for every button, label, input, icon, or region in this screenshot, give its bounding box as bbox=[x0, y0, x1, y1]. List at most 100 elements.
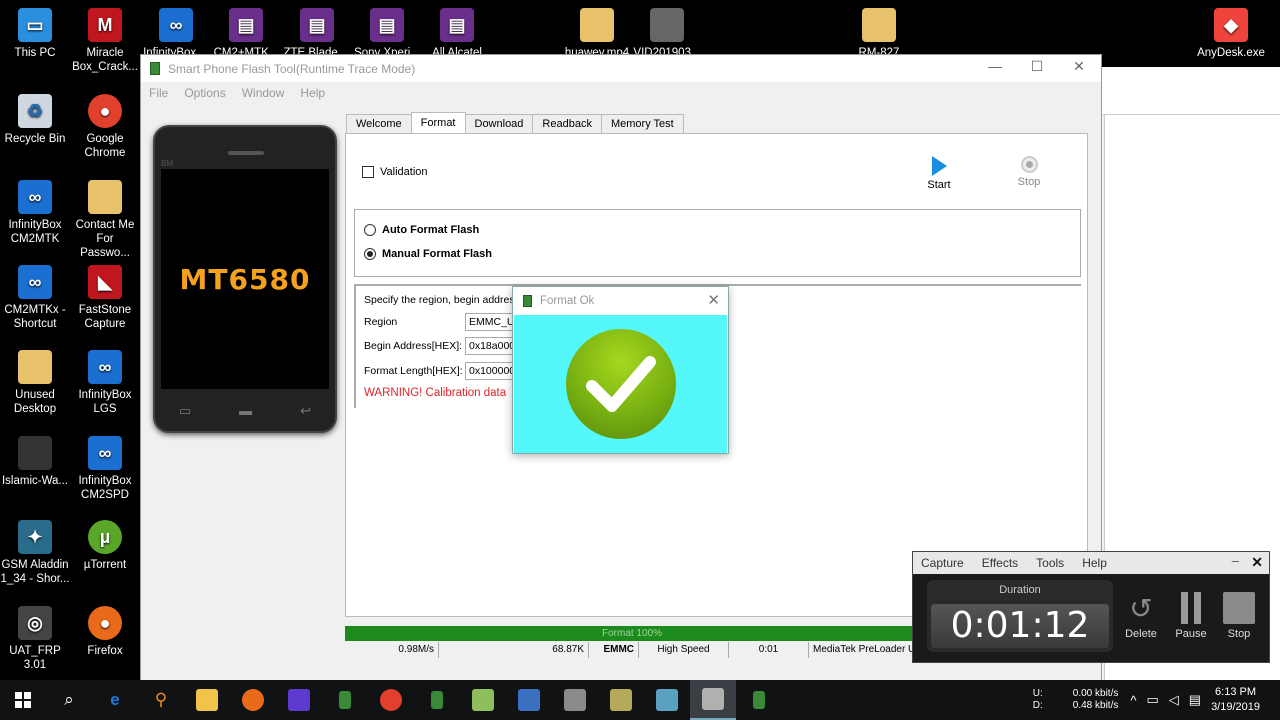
menu-tools[interactable]: Tools bbox=[1036, 556, 1064, 570]
search-icon[interactable]: ⌕ bbox=[46, 680, 92, 720]
stop-button[interactable]: Stop bbox=[1014, 156, 1044, 188]
menu-help[interactable]: Help bbox=[1082, 556, 1107, 570]
dialog-title-bar[interactable]: Format Ok bbox=[513, 287, 728, 314]
usb-app-icon[interactable] bbox=[552, 680, 598, 720]
flash-tool-taskbar-icon[interactable] bbox=[322, 680, 368, 720]
menu-file[interactable]: File bbox=[149, 86, 168, 100]
desktop-icon-chrome[interactable]: ● Google Chrome bbox=[70, 94, 140, 160]
desktop-icon-infinitybox[interactable]: ∞ InfinityBox ... bbox=[141, 8, 211, 60]
stop-label: Stop bbox=[1227, 628, 1251, 640]
text-file-icon bbox=[88, 180, 122, 214]
menu-capture[interactable]: Capture bbox=[921, 556, 964, 570]
file-explorer-icon[interactable] bbox=[184, 680, 230, 720]
minimize-icon[interactable]: — bbox=[975, 58, 1015, 74]
desktop-icon-all-alcatel[interactable]: ▤ All Alcatel bbox=[422, 8, 492, 60]
pause-icon bbox=[1175, 592, 1207, 624]
checkmark-icon bbox=[565, 329, 676, 439]
network-icon[interactable]: ▭ bbox=[1146, 692, 1158, 708]
desktop-icon-islamic[interactable]: Islamic-Wa... bbox=[0, 436, 70, 488]
notification-icon[interactable]: ▤ bbox=[1189, 692, 1201, 708]
tab-download[interactable]: Download bbox=[464, 114, 534, 133]
format-mode-group: Auto Format Flash Manual Format Flash bbox=[354, 209, 1081, 277]
calibration-warning: WARNING! Calibration data bbox=[364, 387, 507, 399]
desktop-icon-infinitybox-lgs[interactable]: ∞ InfinityBox LGS bbox=[70, 350, 140, 416]
tab-memory-test[interactable]: Memory Test bbox=[600, 114, 684, 133]
desktop-icon-contact-me[interactable]: Contact Me For Passwo... bbox=[70, 180, 140, 260]
delete-label: Delete bbox=[1125, 628, 1157, 640]
tab-readback[interactable]: Readback bbox=[532, 114, 602, 133]
clock[interactable]: 6:13 PM 3/19/2019 bbox=[1211, 685, 1260, 715]
dialog-title: Format Ok bbox=[540, 294, 595, 307]
volume-icon[interactable]: ◁ bbox=[1169, 692, 1179, 708]
delete-button[interactable]: ↺ Delete bbox=[1119, 592, 1163, 641]
active-app-icon[interactable] bbox=[690, 680, 736, 720]
desktop-icon-this-pc[interactable]: ▭ This PC bbox=[0, 8, 70, 60]
start-button[interactable]: Start bbox=[924, 156, 954, 191]
desktop-icon-uat-frp[interactable]: ◎ UAT_FRP 3.01 bbox=[0, 606, 70, 672]
network-app-icon[interactable] bbox=[506, 680, 552, 720]
desktop-icon-infinitybox-cm2mtk[interactable]: ∞ InfinityBox CM2MTK bbox=[0, 180, 70, 246]
net-labels: U: D: bbox=[1033, 688, 1043, 712]
magnet-app-icon[interactable] bbox=[276, 680, 322, 720]
validation-checkbox[interactable]: Validation bbox=[362, 166, 428, 178]
screen-recorder-panel: Capture Effects Tools Help – ✕ Duration … bbox=[912, 551, 1270, 663]
menu-options[interactable]: Options bbox=[184, 86, 225, 100]
maximize-icon[interactable]: ☐ bbox=[1017, 58, 1057, 75]
desktop-icon-anydesk[interactable]: ◆ AnyDesk.exe bbox=[1196, 8, 1266, 60]
home-key-icon: ▬ bbox=[239, 403, 253, 418]
desktop-icon-recycle-bin[interactable]: ♻ Recycle Bin bbox=[0, 94, 70, 146]
radio-button[interactable] bbox=[364, 224, 376, 236]
editor-app-icon[interactable] bbox=[644, 680, 690, 720]
desktop-icon-cm2mtkx[interactable]: ∞ CM2MTKx - Shortcut bbox=[0, 265, 70, 331]
winrar-icon: ▤ bbox=[440, 8, 474, 42]
tab-format[interactable]: Format bbox=[410, 112, 466, 133]
radio-button-selected[interactable] bbox=[364, 248, 376, 260]
notepad-icon[interactable] bbox=[460, 680, 506, 720]
desktop-icon-firefox[interactable]: ● Firefox bbox=[70, 606, 140, 658]
app-icon bbox=[523, 294, 532, 307]
menu-help[interactable]: Help bbox=[300, 86, 325, 100]
checkbox-box[interactable] bbox=[362, 166, 374, 178]
title-bar[interactable]: Smart Phone Flash Tool(Runtime Trace Mod… bbox=[141, 55, 1101, 82]
close-icon[interactable]: ✕ bbox=[1059, 58, 1099, 75]
desktop-icon-zte-blade[interactable]: ▤ ZTE Blade ... bbox=[282, 8, 352, 60]
stop-label: Stop bbox=[1017, 176, 1041, 188]
desktop-icon-vid-file[interactable]: VID201903... bbox=[632, 8, 702, 60]
desktop-icon-infinitybox-cm2spd[interactable]: ∞ InfinityBox CM2SPD bbox=[70, 436, 140, 502]
firefox-icon[interactable] bbox=[230, 680, 276, 720]
desktop-icon-unused-desktop[interactable]: Unused Desktop bbox=[0, 350, 70, 416]
infinitybox-icon: ∞ bbox=[159, 8, 193, 42]
minimize-icon[interactable]: – bbox=[1232, 553, 1239, 568]
anydesk-icon: ◆ bbox=[1214, 8, 1248, 42]
desktop-icon-utorrent[interactable]: µ µTorrent bbox=[70, 520, 140, 572]
menu-window[interactable]: Window bbox=[242, 86, 285, 100]
miracle-box-icon: M bbox=[88, 8, 122, 42]
desktop-icon-sony-xperia[interactable]: ▤ Sony Xperi... bbox=[352, 8, 422, 60]
manual-format-radio[interactable]: Manual Format Flash bbox=[364, 248, 492, 260]
stop-button[interactable]: Stop bbox=[1217, 592, 1261, 640]
desktop-icon-faststone[interactable]: ◣ FastStone Capture bbox=[70, 265, 140, 331]
edge-icon[interactable]: e bbox=[92, 680, 138, 720]
desktop-icon-huawey-mp4[interactable]: huawey.mp4 bbox=[562, 8, 632, 60]
menu-effects[interactable]: Effects bbox=[982, 556, 1018, 570]
status-time: 0:01 bbox=[729, 642, 809, 658]
chevron-up-icon[interactable]: ^ bbox=[1130, 693, 1136, 708]
desktop-icon-rm-827[interactable]: RM-827 bbox=[844, 8, 914, 60]
tab-welcome[interactable]: Welcome bbox=[346, 114, 412, 133]
close-icon[interactable]: ✕ bbox=[707, 291, 720, 309]
app-icon bbox=[150, 62, 160, 75]
close-icon[interactable]: ✕ bbox=[1251, 554, 1263, 571]
chrome-icon[interactable] bbox=[368, 680, 414, 720]
desktop-icon-cm2-mtk[interactable]: ▤ CM2+MTK... bbox=[211, 8, 281, 60]
auto-format-radio[interactable]: Auto Format Flash bbox=[364, 224, 479, 236]
firefox-icon: ● bbox=[88, 606, 122, 640]
desktop-icon-gsm-aladdin[interactable]: ✦ GSM Aladdin 1_34 - Shor... bbox=[0, 520, 70, 586]
flash-tool-icon-3[interactable] bbox=[736, 680, 782, 720]
flash-tool-icon-2[interactable] bbox=[414, 680, 460, 720]
pause-button[interactable]: Pause bbox=[1169, 592, 1213, 640]
search-app-icon[interactable]: ⚲ bbox=[138, 680, 184, 720]
desktop-icon-miracle-box[interactable]: M Miracle Box_Crack... bbox=[70, 8, 140, 74]
phone-speaker bbox=[228, 151, 264, 155]
start-windows-icon[interactable] bbox=[0, 680, 46, 720]
tool-app-icon[interactable] bbox=[598, 680, 644, 720]
